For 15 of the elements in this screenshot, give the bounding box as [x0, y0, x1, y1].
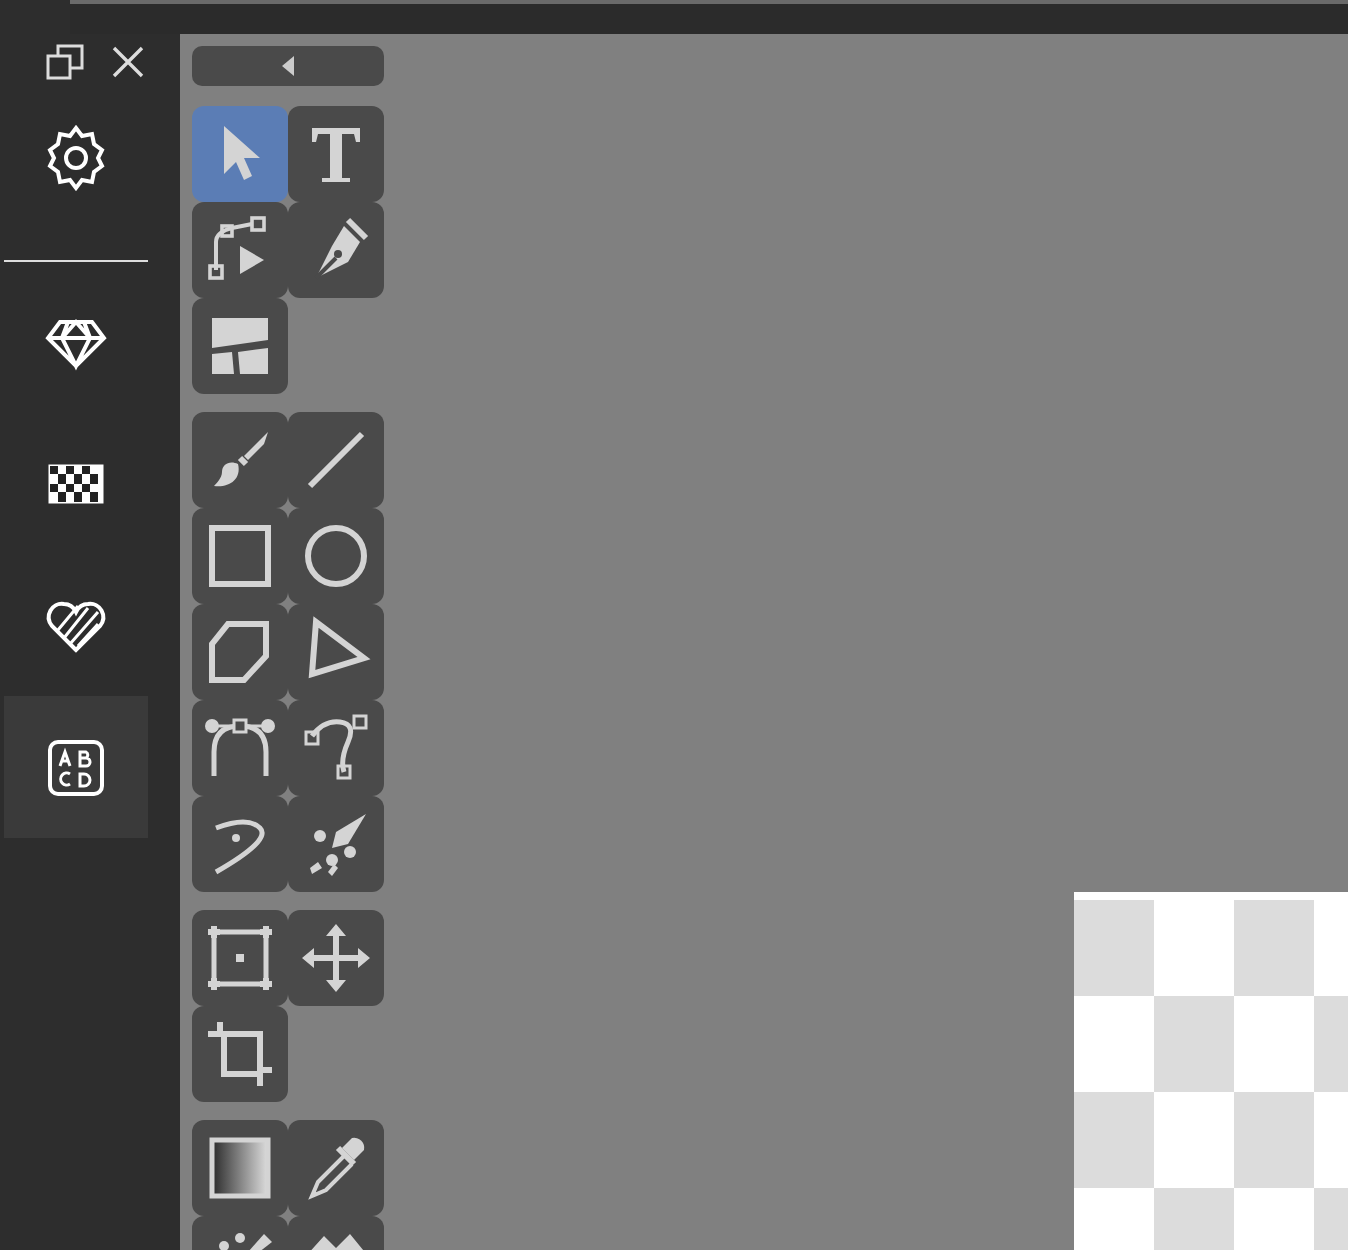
crop-icon	[204, 1018, 276, 1090]
close-icon[interactable]	[112, 46, 144, 78]
square-icon	[204, 520, 276, 592]
tool-button[interactable]	[192, 298, 288, 394]
tool-button[interactable]	[192, 1006, 288, 1102]
tool-button[interactable]	[288, 106, 384, 202]
gradient-icon	[204, 1132, 276, 1204]
circle-icon	[300, 520, 372, 592]
transform-icon	[204, 922, 276, 994]
caret-icon	[282, 56, 294, 76]
tool-button[interactable]	[288, 910, 384, 1006]
sidebar-item[interactable]	[4, 696, 148, 838]
curve-icon	[300, 712, 372, 784]
restore-icon[interactable]	[44, 40, 88, 84]
move-icon	[300, 922, 372, 994]
